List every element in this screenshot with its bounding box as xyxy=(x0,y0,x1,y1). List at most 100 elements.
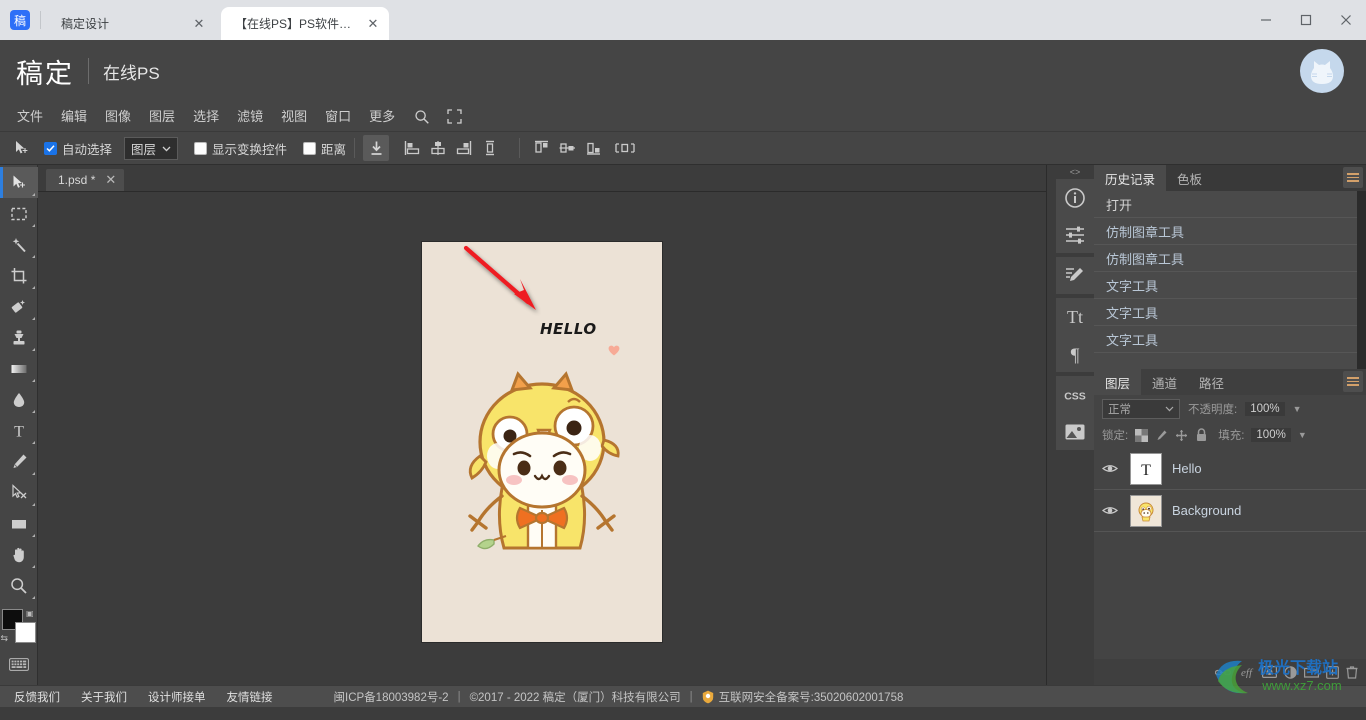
maximize-button[interactable] xyxy=(1286,3,1326,37)
character-panel-icon[interactable]: Tt xyxy=(1056,298,1094,335)
layers-panel-menu-icon[interactable] xyxy=(1343,371,1363,392)
image-panel-icon[interactable] xyxy=(1056,413,1094,450)
tool-pen[interactable] xyxy=(0,446,38,477)
footer-link-about[interactable]: 关于我们 xyxy=(81,689,127,705)
new-layer-icon[interactable] xyxy=(1326,665,1339,679)
layer-mask-icon[interactable] xyxy=(1262,666,1277,678)
fullscreen-icon[interactable] xyxy=(440,102,468,132)
avatar[interactable] xyxy=(1300,49,1344,93)
close-icon[interactable]: ✕ xyxy=(191,16,207,32)
layer-name[interactable]: Hello xyxy=(1172,461,1202,476)
adjustment-layer-icon[interactable] xyxy=(1284,665,1297,679)
table-row[interactable]: Background xyxy=(1094,490,1366,532)
fill-value[interactable]: 100% xyxy=(1251,428,1291,442)
info-panel-icon[interactable] xyxy=(1056,179,1094,216)
tool-magic-wand[interactable] xyxy=(0,229,38,260)
menu-item-file[interactable]: 文件 xyxy=(8,102,52,132)
auto-select-checkbox[interactable]: 自动选择 xyxy=(44,139,112,158)
history-item[interactable]: 仿制图章工具 xyxy=(1094,245,1366,272)
history-scrollbar[interactable] xyxy=(1357,191,1366,369)
footer-police-record[interactable]: 互联网安全备案号:35020602001758 xyxy=(719,689,904,705)
tab-paths[interactable]: 路径 xyxy=(1188,369,1235,395)
menu-item-layer[interactable]: 图层 xyxy=(140,102,184,132)
layer-effects-icon[interactable]: eff xyxy=(1238,666,1255,678)
lock-transparent-pixels-icon[interactable] xyxy=(1135,428,1149,442)
tool-hand[interactable] xyxy=(0,539,38,570)
tab-layers[interactable]: 图层 xyxy=(1094,369,1142,395)
canvas-stage[interactable]: HELLO xyxy=(38,192,1046,685)
align-left-icon[interactable] xyxy=(399,135,425,161)
footer-icp[interactable]: 闽ICP备18003982号-2 xyxy=(334,689,449,705)
align-bottom-icon[interactable] xyxy=(580,135,606,161)
history-item[interactable]: 文字工具 xyxy=(1094,326,1366,353)
history-item[interactable]: 文字工具 xyxy=(1094,299,1366,326)
footer-link-designer[interactable]: 设计师接单 xyxy=(148,689,206,705)
footer-link-partners[interactable]: 友情链接 xyxy=(227,689,273,705)
layer-name[interactable]: Background xyxy=(1172,503,1241,518)
background-color-swatch[interactable] xyxy=(14,622,36,643)
tab-swatches[interactable]: 色板 xyxy=(1166,165,1213,191)
tab-history[interactable]: 历史记录 xyxy=(1094,165,1167,191)
tool-patch[interactable] xyxy=(0,291,38,322)
table-row[interactable]: T Hello xyxy=(1094,448,1366,490)
canvas-hello-text[interactable]: HELLO xyxy=(540,320,597,338)
tool-marquee[interactable] xyxy=(0,198,38,229)
opacity-value[interactable]: 100% xyxy=(1245,401,1285,416)
collapse-panels-icon[interactable]: <> xyxy=(1070,167,1081,177)
align-top-icon[interactable] xyxy=(528,135,554,161)
history-item[interactable]: 文字工具 xyxy=(1094,272,1366,299)
lock-all-icon[interactable] xyxy=(1195,428,1208,442)
opacity-stepper-icon[interactable]: ▼ xyxy=(1293,404,1302,414)
brush-panel-icon[interactable] xyxy=(1056,257,1094,294)
new-group-icon[interactable] xyxy=(1304,666,1319,678)
link-layers-icon[interactable] xyxy=(1215,667,1231,678)
menu-item-edit[interactable]: 编辑 xyxy=(52,102,96,132)
footer-link-feedback[interactable]: 反馈我们 xyxy=(14,689,60,705)
lock-position-icon[interactable] xyxy=(1175,429,1188,442)
tool-move[interactable] xyxy=(0,167,38,198)
history-list[interactable]: 打开 仿制图章工具 仿制图章工具 文字工具 文字工具 文字工具 xyxy=(1094,191,1366,369)
menu-item-window[interactable]: 窗口 xyxy=(316,102,360,132)
menu-item-more[interactable]: 更多 xyxy=(360,102,404,132)
close-icon[interactable]: ✕ xyxy=(105,172,116,188)
artboard[interactable]: HELLO xyxy=(422,241,662,642)
tool-gradient[interactable] xyxy=(0,353,38,384)
swap-colors-icon[interactable]: ⇆ xyxy=(1,633,9,644)
tool-type[interactable]: T xyxy=(0,415,38,446)
move-tool-icon[interactable] xyxy=(6,135,36,161)
tool-path-select[interactable] xyxy=(0,477,38,508)
css-panel-icon[interactable]: CSS xyxy=(1056,376,1094,413)
tab-channels[interactable]: 通道 xyxy=(1141,369,1188,395)
tool-blur[interactable] xyxy=(0,384,38,415)
fill-stepper-icon[interactable]: ▼ xyxy=(1298,430,1307,440)
canvas-vertical-scrollbar[interactable] xyxy=(1046,165,1056,685)
delete-layer-icon[interactable] xyxy=(1346,665,1358,679)
tool-zoom[interactable] xyxy=(0,570,38,601)
history-item[interactable]: 仿制图章工具 xyxy=(1094,218,1366,245)
paragraph-panel-icon[interactable]: ¶ xyxy=(1056,335,1094,372)
align-middle-icon[interactable] xyxy=(554,135,580,161)
tool-clone-stamp[interactable] xyxy=(0,322,38,353)
align-vertical-distribute-icon[interactable] xyxy=(477,135,503,161)
text-layer-thumb[interactable]: T xyxy=(1130,452,1162,485)
menu-item-filter[interactable]: 滤镜 xyxy=(228,102,272,132)
color-swatches[interactable]: ▣ ⇆ xyxy=(1,609,36,644)
eye-icon[interactable] xyxy=(1100,463,1120,474)
distribute-horizontal-icon[interactable] xyxy=(612,135,638,161)
default-colors-icon[interactable]: ▣ xyxy=(26,609,34,618)
history-panel-menu-icon[interactable] xyxy=(1343,167,1363,188)
adjustments-panel-icon[interactable] xyxy=(1056,216,1094,253)
align-distribute-icon[interactable] xyxy=(363,135,390,161)
tool-crop[interactable] xyxy=(0,260,38,291)
browser-tab-1[interactable]: 稿定设计 ✕ xyxy=(47,7,215,40)
search-icon[interactable] xyxy=(408,102,436,132)
keyboard-icon[interactable] xyxy=(0,649,38,680)
close-button[interactable] xyxy=(1326,3,1366,37)
layer-scope-dropdown[interactable]: 图层 xyxy=(124,136,179,160)
blend-mode-select[interactable]: 正常 xyxy=(1102,398,1180,419)
eye-icon[interactable] xyxy=(1100,505,1120,516)
align-horizontal-center-icon[interactable] xyxy=(425,135,451,161)
lock-image-pixels-icon[interactable] xyxy=(1155,429,1168,442)
menu-item-select[interactable]: 选择 xyxy=(184,102,228,132)
tool-shape-rectangle[interactable] xyxy=(0,508,38,539)
